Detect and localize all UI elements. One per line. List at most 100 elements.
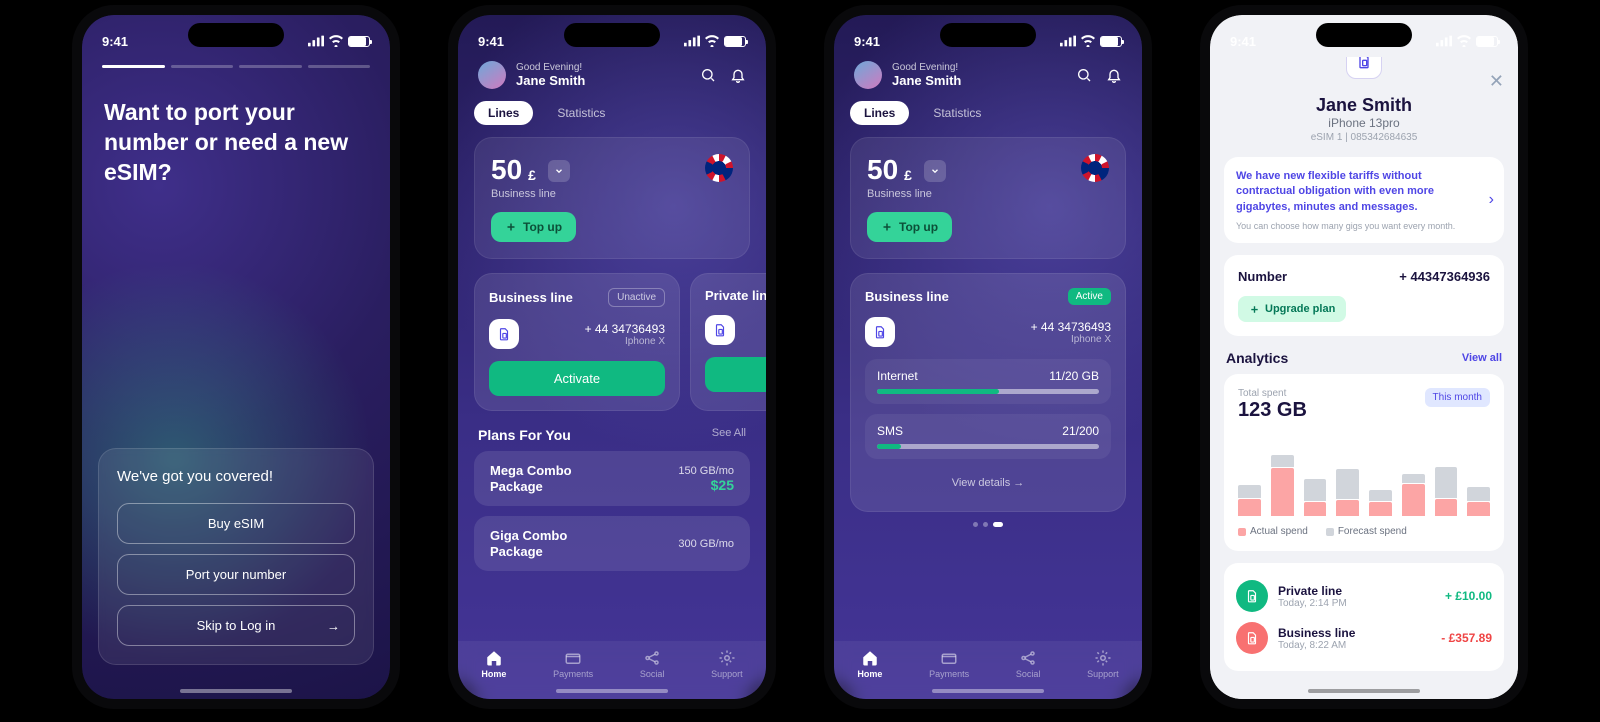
line-card-active: Business line Active + 44 34736493 Iphon… <box>850 273 1126 512</box>
home-line-detail-screen: 9:41 Good Evening! Jane Smith Lines Stat… <box>834 15 1142 699</box>
status-time: 9:41 <box>102 34 128 49</box>
greeting-text: Good Evening! <box>892 62 1066 73</box>
tx-time: Today, 8:22 AM <box>1278 640 1431 651</box>
chart-bar <box>1402 436 1425 516</box>
topup-label: Top up <box>523 220 562 234</box>
chart-legend: Actual spend Forecast spend <box>1238 526 1490 537</box>
avatar[interactable] <box>478 61 506 89</box>
plan-name: Mega Combo Package <box>490 463 610 494</box>
gear-icon <box>718 649 736 667</box>
line-card-private[interactable]: Private lin Ac <box>690 273 766 411</box>
sim-icon <box>865 317 895 347</box>
line-name: Business line <box>865 289 949 304</box>
home-indicator <box>932 689 1044 693</box>
tab-lines[interactable]: Lines <box>474 101 533 125</box>
nav-home[interactable]: Home <box>481 649 506 679</box>
nav-social[interactable]: Social <box>640 649 665 679</box>
activate-button[interactable]: Activate <box>489 361 665 396</box>
chart-bar <box>1435 436 1458 516</box>
tx-time: Today, 2:14 PM <box>1278 598 1435 609</box>
port-number-button[interactable]: Port your number <box>117 554 355 595</box>
balance-amount: 50 <box>491 154 522 186</box>
status-badge: Active <box>1068 288 1111 305</box>
transaction-row[interactable]: Private line Today, 2:14 PM + £10.00 <box>1236 575 1492 617</box>
balance-dropdown[interactable] <box>548 160 570 182</box>
user-name: Jane Smith <box>516 73 690 88</box>
chart-bar <box>1467 436 1490 516</box>
nav-payments[interactable]: Payments <box>553 649 593 679</box>
plan-card[interactable]: Mega Combo Package 150 GB/mo $25 <box>474 451 750 506</box>
tx-amount: - £357.89 <box>1441 631 1492 645</box>
topup-button[interactable]: Top up <box>491 212 576 242</box>
buy-esim-button[interactable]: Buy eSIM <box>117 503 355 544</box>
analytics-card: This month Total spent 123 GB Actual spe… <box>1224 374 1504 551</box>
onboarding-card: We've got you covered! Buy eSIM Port you… <box>98 448 374 665</box>
plan-card[interactable]: Giga Combo Package 300 GB/mo <box>474 516 750 571</box>
balance-amount: 50 <box>867 154 898 186</box>
home-indicator <box>180 689 292 693</box>
close-button[interactable]: ✕ <box>1489 71 1504 92</box>
tab-statistics[interactable]: Statistics <box>919 101 995 125</box>
usage-sms: SMS 21/200 <box>865 414 1111 459</box>
nav-payments-label: Payments <box>553 669 593 679</box>
view-all-link[interactable]: View all <box>1462 352 1502 364</box>
nav-support[interactable]: Support <box>711 649 743 679</box>
transaction-row[interactable]: Business line Today, 8:22 AM - £357.89 <box>1236 617 1492 659</box>
phone-frame-1: 9:41 Want to port your number or need a … <box>72 5 400 709</box>
line-card-business[interactable]: Business line Unactive + 44 34736493 Iph… <box>474 273 680 411</box>
nav-home[interactable]: Home <box>857 649 882 679</box>
usage-value: 11/20 GB <box>1049 369 1099 383</box>
bell-icon[interactable] <box>730 67 746 83</box>
search-icon[interactable] <box>1076 67 1092 83</box>
wallet-icon <box>940 649 958 667</box>
chart-bar <box>1336 436 1359 516</box>
nav-payments[interactable]: Payments <box>929 649 969 679</box>
phone-frame-3: 9:41 Good Evening! Jane Smith Lines Stat… <box>824 5 1152 709</box>
skip-login-button[interactable]: Skip to Log in → <box>117 605 355 646</box>
promo-card[interactable]: We have new flexible tariffs without con… <box>1224 157 1504 243</box>
avatar[interactable] <box>854 61 882 89</box>
activate-button[interactable]: Ac <box>705 357 766 392</box>
plan-name: Giga Combo Package <box>490 528 610 559</box>
battery-icon <box>1100 36 1122 47</box>
status-time: 9:41 <box>854 34 880 49</box>
uk-flag-icon <box>1081 154 1109 182</box>
nav-support[interactable]: Support <box>1087 649 1119 679</box>
tx-amount: + £10.00 <box>1445 589 1492 603</box>
see-all-link[interactable]: See All <box>712 427 746 443</box>
wifi-icon <box>328 35 344 47</box>
search-icon[interactable] <box>700 67 716 83</box>
bell-icon[interactable] <box>1106 67 1122 83</box>
battery-icon <box>1476 36 1498 47</box>
upgrade-plan-button[interactable]: Upgrade plan <box>1238 296 1346 322</box>
home-indicator <box>1308 689 1420 693</box>
home-indicator <box>556 689 668 693</box>
signal-icon <box>1060 35 1076 47</box>
balance-card: 50 £ Business line Top up <box>474 137 750 259</box>
nav-social[interactable]: Social <box>1016 649 1041 679</box>
nav-support-label: Support <box>1087 669 1119 679</box>
phone-frame-2: 9:41 Good Evening! Jane Smith Lines Stat… <box>448 5 776 709</box>
chart-bar <box>1271 436 1294 516</box>
device-notch <box>564 23 660 47</box>
home-icon <box>861 649 879 667</box>
legend-actual: Actual spend <box>1250 526 1308 537</box>
tab-lines[interactable]: Lines <box>850 101 909 125</box>
sheet-esim: eSIM 1 | 085342684635 <box>1224 132 1504 143</box>
sheet-sim-icon <box>1346 57 1382 79</box>
chart-bar <box>1238 436 1261 516</box>
bottom-sheet: ✕ Jane Smith iPhone 13pro eSIM 1 | 08534… <box>1210 57 1518 699</box>
line-cards-row: Business line Unactive + 44 34736493 Iph… <box>458 273 766 411</box>
tab-statistics[interactable]: Statistics <box>543 101 619 125</box>
signal-icon <box>1436 35 1452 47</box>
month-badge[interactable]: This month <box>1425 388 1490 407</box>
sheet-device: iPhone 13pro <box>1224 116 1504 130</box>
topup-button[interactable]: Top up <box>867 212 952 242</box>
gear-icon <box>1094 649 1112 667</box>
balance-dropdown[interactable] <box>924 160 946 182</box>
view-details-link[interactable]: View details → <box>865 469 1111 497</box>
nav-payments-label: Payments <box>929 669 969 679</box>
chevron-down-icon <box>930 166 940 176</box>
legend-forecast: Forecast spend <box>1338 526 1407 537</box>
number-label: Number <box>1238 269 1287 284</box>
